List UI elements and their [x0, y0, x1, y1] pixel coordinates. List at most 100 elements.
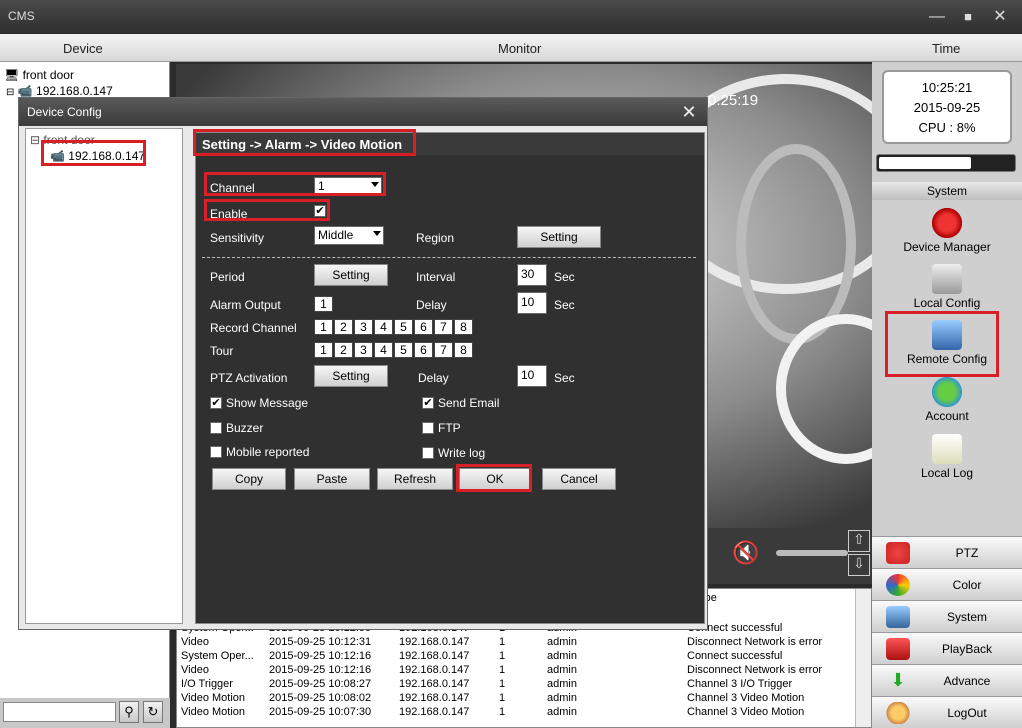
- log-cell: admin: [547, 636, 577, 648]
- device-manager-button[interactable]: Device Manager: [872, 208, 1022, 254]
- record-channel-set[interactable]: 12345678: [314, 319, 474, 335]
- tour-channel-6[interactable]: 6: [414, 342, 433, 358]
- buzzer-checkbox[interactable]: [210, 422, 222, 434]
- channel-value: 1: [318, 179, 325, 193]
- search-button[interactable]: ⚲: [119, 701, 139, 723]
- ok-button[interactable]: OK: [459, 468, 531, 490]
- tour-channel-3[interactable]: 3: [354, 342, 373, 358]
- tour-channel-2[interactable]: 2: [334, 342, 353, 358]
- device-manager-icon: [932, 208, 962, 238]
- ptz-delay-input[interactable]: 10: [517, 365, 547, 387]
- close-button[interactable]: ✕: [989, 8, 1011, 26]
- system-button[interactable]: System: [872, 600, 1022, 632]
- mute-icon[interactable]: 🔇: [732, 540, 759, 566]
- folder-icon: ⊟: [30, 133, 41, 147]
- table-row[interactable]: I/O Trigger 2015-09-25 10:08:27 192.168.0.…: [181, 677, 847, 691]
- interval-input[interactable]: 30: [517, 264, 547, 286]
- log-cell: Video: [181, 664, 209, 676]
- dialog-tree-root[interactable]: ⊟ front door: [30, 133, 95, 147]
- settings-breadcrumb: Setting -> Alarm -> Video Motion: [196, 133, 704, 155]
- table-row[interactable]: Video 2015-09-25 10:12:16 192.168.0.147 1 ad…: [181, 663, 847, 677]
- show-message-checkbox[interactable]: ✔: [210, 397, 222, 409]
- log-cell: 1: [499, 650, 506, 662]
- search-input[interactable]: [3, 702, 116, 722]
- record-channel-4[interactable]: 4: [374, 319, 393, 335]
- ptz-label: PTZ: [955, 546, 979, 560]
- sensitivity-select[interactable]: Middle: [314, 226, 384, 245]
- enable-label: Enable: [210, 207, 248, 221]
- record-channel-1[interactable]: 1: [314, 319, 333, 335]
- log-scrollbar[interactable]: [855, 589, 871, 727]
- write-log-checkbox[interactable]: [422, 447, 434, 459]
- record-channel-2[interactable]: 2: [334, 319, 353, 335]
- record-channel-7[interactable]: 7: [434, 319, 453, 335]
- paste-button[interactable]: Paste: [294, 468, 370, 490]
- alarm-output-channels[interactable]: 1: [314, 296, 334, 312]
- log-cell: 2015-09-25 10:07:30: [269, 706, 372, 718]
- account-button[interactable]: Account: [872, 377, 1022, 423]
- log-cell: admin: [547, 678, 577, 690]
- table-row[interactable]: System Oper... 2015-09-25 10:12:16 192.168…: [181, 649, 847, 663]
- remote-config-icon: [932, 320, 962, 350]
- dialog-close-button[interactable]: ✕: [679, 102, 699, 122]
- chevron-down-icon: [371, 182, 379, 187]
- tour-channel-4[interactable]: 4: [374, 342, 393, 358]
- record-channel-5[interactable]: 5: [394, 319, 413, 335]
- channel-select[interactable]: 1: [314, 177, 382, 195]
- local-log-button[interactable]: Local Log: [872, 434, 1022, 480]
- period-label: Period: [210, 270, 245, 284]
- copy-button[interactable]: Copy: [212, 468, 286, 490]
- alarm-output-channel-1[interactable]: 1: [314, 296, 333, 312]
- region-setting-button[interactable]: Setting: [517, 226, 601, 248]
- interval-unit: Sec: [554, 270, 575, 284]
- cancel-button[interactable]: Cancel: [542, 468, 616, 490]
- record-channel-6[interactable]: 6: [414, 319, 433, 335]
- table-row[interactable]: Video Motion 2015-09-25 10:07:30 192.168.0…: [181, 705, 847, 719]
- tour-channel-1[interactable]: 1: [314, 342, 333, 358]
- tree-root-item[interactable]: 🖥 front door: [4, 68, 74, 82]
- dialog-tree-device[interactable]: 📹 192.168.0.147: [50, 149, 145, 163]
- device-manager-label: Device Manager: [903, 240, 991, 254]
- mobile-reported-checkbox[interactable]: [210, 446, 222, 458]
- record-channel-label: Record Channel: [210, 321, 297, 335]
- expand-icon[interactable]: ⊟: [6, 87, 14, 98]
- playback-button[interactable]: PlayBack: [872, 632, 1022, 664]
- refresh-button[interactable]: ↻: [143, 701, 163, 723]
- minimize-button[interactable]: —: [926, 8, 948, 26]
- log-cell: 1: [499, 706, 506, 718]
- table-row[interactable]: Video 2015-09-25 10:12:31 192.168.0.147 1 ad…: [181, 635, 847, 649]
- remote-config-button[interactable]: Remote Config: [872, 320, 1022, 366]
- tour-channel-7[interactable]: 7: [434, 342, 453, 358]
- tour-channel-5[interactable]: 5: [394, 342, 413, 358]
- record-channel-8[interactable]: 8: [454, 319, 473, 335]
- tree-device-item[interactable]: ⊟ 📹 192.168.0.147: [6, 84, 113, 98]
- tour-channel-set[interactable]: 12345678: [314, 342, 474, 358]
- ptz-button[interactable]: PTZ: [872, 536, 1022, 568]
- record-channel-3[interactable]: 3: [354, 319, 373, 335]
- log-cell: Disconnect Network is error: [687, 636, 823, 648]
- volume-slider[interactable]: [776, 550, 848, 556]
- channel-label: Channel: [210, 181, 255, 195]
- scroll-up-button[interactable]: ⇧: [848, 530, 870, 552]
- advance-label: Advance: [943, 674, 991, 688]
- device-group-icon: 🖥: [4, 68, 20, 82]
- color-button[interactable]: Color: [872, 568, 1022, 600]
- ftp-checkbox[interactable]: [422, 422, 434, 434]
- logout-button[interactable]: LogOut: [872, 696, 1022, 728]
- send-email-checkbox[interactable]: ✔: [422, 397, 434, 409]
- color-label: Color: [952, 578, 982, 592]
- video-motion-settings-panel: Setting -> Alarm -> Video Motion Channel…: [195, 132, 705, 624]
- scroll-down-button[interactable]: ⇩: [848, 554, 870, 576]
- enable-checkbox[interactable]: ✔: [314, 205, 326, 217]
- chevron-down-icon: [373, 231, 381, 236]
- maximize-button[interactable]: ■: [957, 8, 979, 26]
- refresh-button[interactable]: Refresh: [377, 468, 453, 490]
- tour-channel-8[interactable]: 8: [454, 342, 473, 358]
- table-row[interactable]: Video Motion 2015-09-25 10:08:02 192.168.0…: [181, 691, 847, 705]
- playback-label: PlayBack: [941, 642, 993, 656]
- delay-input[interactable]: 10: [517, 292, 547, 314]
- advance-button[interactable]: ⬇ Advance: [872, 664, 1022, 696]
- local-config-button[interactable]: Local Config: [872, 264, 1022, 310]
- ptz-setting-button[interactable]: Setting: [314, 365, 388, 387]
- period-setting-button[interactable]: Setting: [314, 264, 388, 286]
